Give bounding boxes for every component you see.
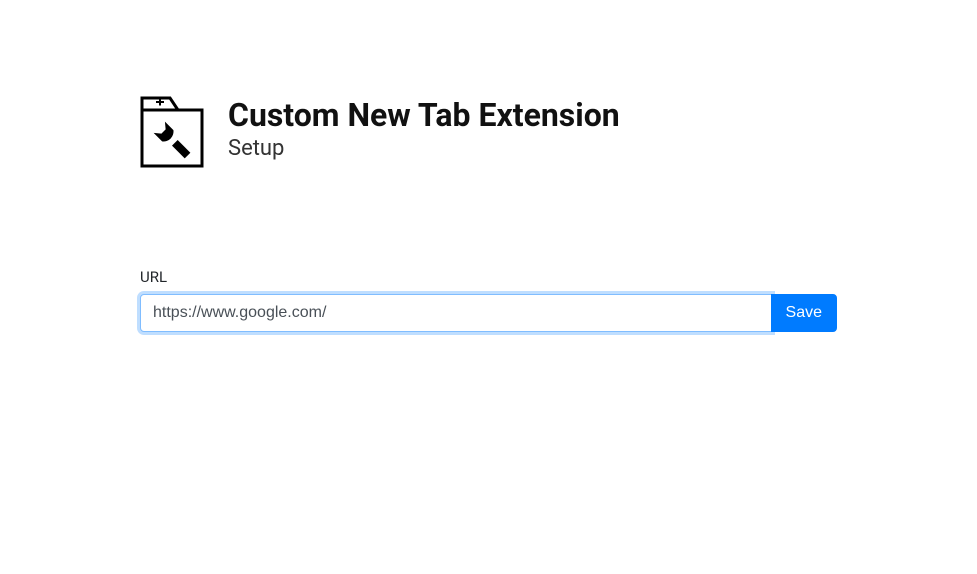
settings-tab-icon xyxy=(140,96,204,168)
url-label: URL xyxy=(140,268,837,286)
page-title: Custom New Tab Extension xyxy=(228,96,620,134)
url-input-group: Save xyxy=(140,294,837,332)
url-form: URL Save xyxy=(140,268,837,332)
url-input[interactable] xyxy=(140,294,772,332)
page-container: Custom New Tab Extension Setup URL Save xyxy=(0,0,977,332)
save-button[interactable]: Save xyxy=(771,294,837,332)
page-subtitle: Setup xyxy=(228,136,620,161)
header-row: Custom New Tab Extension Setup xyxy=(140,96,837,168)
titles: Custom New Tab Extension Setup xyxy=(228,96,620,161)
